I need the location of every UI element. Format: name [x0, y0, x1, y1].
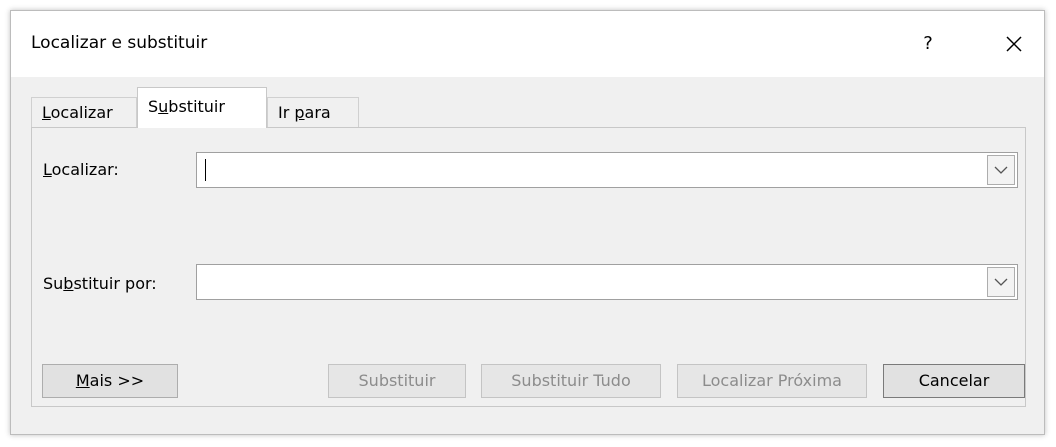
tab-mnemonic: p	[294, 103, 305, 122]
title-bar: Localizar e substituir ?	[11, 11, 1044, 77]
replace-label-pre: Su	[43, 274, 64, 293]
find-label-text: ocalizar:	[51, 160, 119, 179]
replace-dropdown-button[interactable]	[987, 267, 1015, 297]
find-dropdown-button[interactable]	[987, 155, 1015, 185]
find-replace-dialog: Localizar e substituir ? Localizar Subst…	[10, 10, 1045, 435]
replace-label-mnemonic: b	[63, 274, 74, 293]
more-label: ais >>	[89, 371, 145, 390]
replace-button[interactable]: Substituir	[328, 364, 466, 398]
tab-label-pre: S	[148, 97, 159, 116]
find-combobox[interactable]	[196, 152, 1018, 188]
tab-label: ara	[304, 103, 331, 122]
find-input[interactable]	[199, 155, 987, 185]
tab-label: bstituir	[168, 97, 225, 116]
help-button[interactable]: ?	[915, 31, 941, 57]
more-mnemonic: M	[75, 371, 90, 390]
cancel-button[interactable]: Cancelar	[883, 364, 1025, 398]
tab-mnemonic: L	[42, 103, 51, 122]
tab-label: ocalizar	[50, 103, 113, 122]
tab-localizar[interactable]: Localizar	[31, 97, 137, 127]
replace-label: Substituir por:	[43, 274, 157, 293]
find-next-button[interactable]: Localizar Próxima	[677, 364, 867, 398]
close-icon	[1006, 36, 1022, 52]
more-button[interactable]: Mais >>	[42, 364, 178, 398]
find-label-mnemonic: L	[43, 160, 52, 179]
find-label: Localizar:	[43, 160, 119, 179]
replace-combobox[interactable]	[196, 264, 1018, 300]
replace-label-text: stituir por:	[73, 274, 157, 293]
tab-ir-para[interactable]: Ir para	[267, 97, 359, 127]
chevron-down-icon	[994, 278, 1008, 286]
tab-strip: Localizar Substituir Ir para	[11, 85, 1044, 128]
chevron-down-icon	[994, 166, 1008, 174]
text-cursor	[205, 159, 206, 181]
tab-mnemonic: u	[158, 97, 169, 116]
replace-all-button[interactable]: Substituir Tudo	[481, 364, 661, 398]
replace-input[interactable]	[199, 267, 987, 297]
dialog-title: Localizar e substituir	[31, 33, 208, 53]
close-button[interactable]	[999, 29, 1029, 59]
tab-label-pre: Ir	[278, 103, 295, 122]
tab-substituir[interactable]: Substituir	[137, 87, 267, 128]
